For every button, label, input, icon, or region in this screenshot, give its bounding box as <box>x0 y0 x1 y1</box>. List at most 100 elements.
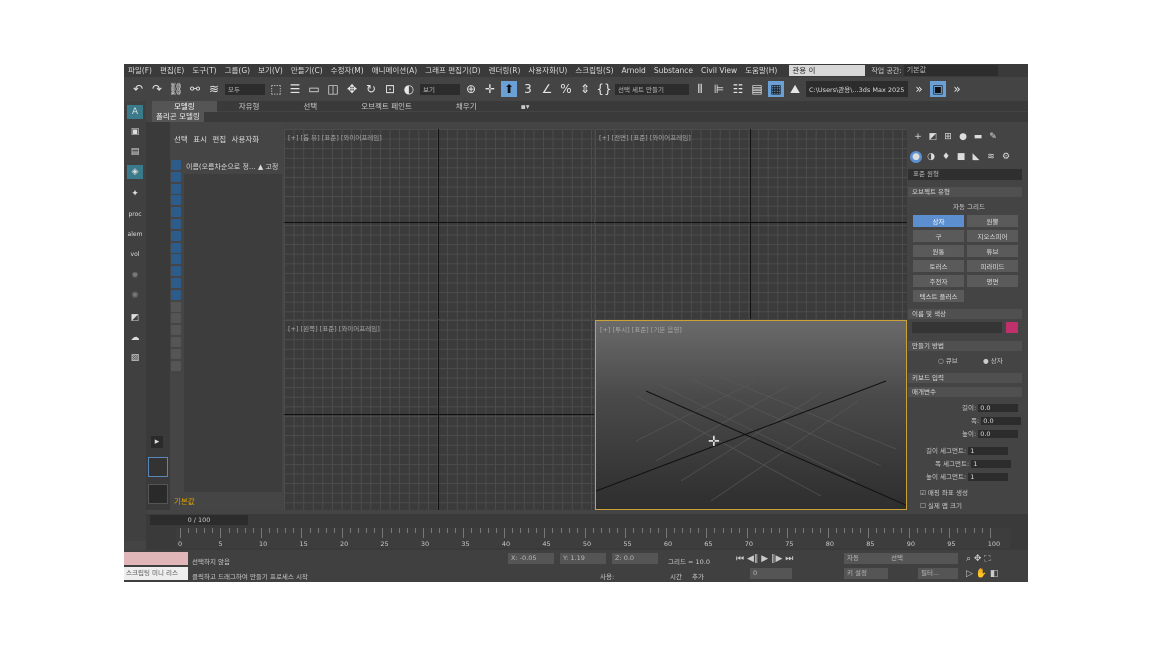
percent-snap-icon[interactable]: % <box>558 81 574 97</box>
menu-graph-editors[interactable]: 그래프 편집기(D) <box>421 65 484 76</box>
unlink-icon[interactable]: ⚯ <box>187 81 203 97</box>
viewport-left[interactable]: [+] [왼쪽] [표준] [와이어프레임] <box>284 320 594 510</box>
pyramid-button[interactable]: 피라미드 <box>967 260 1018 272</box>
polygon-modeling-tab[interactable]: 폴리곤 모델링 <box>152 112 204 122</box>
scale-icon[interactable]: ⊡ <box>382 81 398 97</box>
zoom-icon[interactable]: ⌕ ✥ ⛶ <box>966 554 991 564</box>
set-key-button[interactable]: 키 설정 <box>844 568 888 579</box>
rotate-icon[interactable]: ↻ <box>363 81 379 97</box>
menu-animation[interactable]: 애니메이션(A) <box>368 65 421 76</box>
width-segs-value[interactable]: 1 <box>971 460 1012 468</box>
manipulate-icon[interactable]: ✛ <box>482 81 498 97</box>
edit-named-selection-icon[interactable]: {} <box>596 81 612 97</box>
sort-column-header[interactable]: 이름(오름차순으로 정... ▲ 고정 <box>186 162 278 172</box>
spacewarp-filter-icon[interactable] <box>171 218 181 229</box>
user-account[interactable]: 관용 이 <box>789 65 866 76</box>
length-segs-value[interactable]: 1 <box>968 447 1009 455</box>
viewport-layout-icon[interactable] <box>148 457 168 477</box>
lights-icon[interactable]: ♦ <box>940 151 952 163</box>
snaps-toggle-icon[interactable]: 3 <box>520 81 536 97</box>
shapes-icon[interactable]: ◑ <box>925 151 937 163</box>
container-filter-icon[interactable] <box>171 266 181 277</box>
bone-filter-icon[interactable] <box>171 254 181 265</box>
creation-method-rollout[interactable]: 만들기 방법 <box>908 341 1022 351</box>
tab-freeform[interactable]: 자유형 <box>217 101 282 112</box>
name-color-rollout[interactable]: 이름 및 색상 <box>908 309 1022 319</box>
menu-group[interactable]: 그룹(G) <box>221 65 254 76</box>
viewport-layout-single-icon[interactable] <box>148 484 168 504</box>
menu-scripting[interactable]: 스크립팅(S) <box>571 65 617 76</box>
hidden-filter-icon[interactable] <box>171 289 181 300</box>
textplus-button[interactable]: 텍스트 플러스 <box>913 290 964 302</box>
angle-snap-icon[interactable]: ∠ <box>539 81 555 97</box>
hierarchy-icon[interactable]: ⊞ <box>942 131 954 143</box>
tab-modeling[interactable]: 모델링 <box>152 100 217 112</box>
filter-icon[interactable] <box>171 336 181 347</box>
width-value[interactable]: 0.0 <box>981 417 1022 425</box>
method-box-radio[interactable]: ● 상자 <box>983 355 1003 365</box>
display-none-icon[interactable] <box>171 313 181 324</box>
height-value[interactable]: 0.0 <box>978 430 1019 438</box>
length-value[interactable]: 0.0 <box>978 404 1019 412</box>
image-icon[interactable]: ▨ <box>127 351 143 365</box>
time-slider[interactable]: 0 / 100 <box>150 515 248 525</box>
group-filter-icon[interactable] <box>171 230 181 241</box>
current-frame-field[interactable]: 0 <box>750 568 792 579</box>
ribbon-options-icon[interactable]: ▪▾ <box>499 102 552 111</box>
folder-icon[interactable] <box>171 360 181 371</box>
z-coordinate[interactable]: Z: 0.0 <box>612 553 658 564</box>
cone-button[interactable]: 원뿔 <box>967 215 1018 227</box>
systems-icon[interactable]: ⚙ <box>1000 151 1012 163</box>
gen-mapping-checkbox[interactable]: ☑ 매핑 좌표 생성 <box>920 487 968 497</box>
length-segs-field[interactable]: 길이 세그먼트: 1 <box>926 445 1009 455</box>
height-segs-value[interactable]: 1 <box>968 473 1009 481</box>
expand-icon[interactable]: » <box>911 81 927 97</box>
create-icon[interactable]: + <box>912 131 924 143</box>
keyboard-entry-rollout[interactable]: 키보드 입력 <box>908 373 1022 383</box>
width-field[interactable]: 폭: 0.0 <box>971 415 1022 425</box>
light-icon[interactable]: ✦ <box>127 187 143 201</box>
curve-editor-icon[interactable]: ⛰ <box>787 81 803 97</box>
material-icon[interactable]: ▤ <box>127 145 143 159</box>
key-filters-button[interactable]: 필터... <box>918 568 958 579</box>
align-icon[interactable]: ⊫ <box>711 81 727 97</box>
helpers-icon[interactable]: ◣ <box>970 151 982 163</box>
redo-icon[interactable]: ↷ <box>149 81 165 97</box>
pivot-icon[interactable]: ⊕ <box>463 81 479 97</box>
torus-button[interactable]: 토러스 <box>913 260 964 272</box>
menu-arnold[interactable]: Arnold <box>618 66 650 75</box>
viewport-perspective[interactable]: [+] [투시] [표준] [기본 음영] ✛ <box>595 320 907 510</box>
scene-explorer-icon[interactable]: ☷ <box>730 81 746 97</box>
playback-controls[interactable]: ⏮ ◀‖ ▶ ‖▶ ⏭ <box>736 554 793 564</box>
scene-list-pane[interactable] <box>184 174 282 492</box>
layer-explorer-icon[interactable]: ▤ <box>749 81 765 97</box>
maxscript-listener[interactable] <box>124 552 188 565</box>
scene-icon[interactable]: ◈ <box>127 165 143 179</box>
select-children-icon[interactable] <box>171 348 181 359</box>
named-selection-dropdown[interactable]: 선택 세트 만들기 <box>615 83 689 95</box>
modify-icon[interactable]: ◩ <box>927 131 939 143</box>
cameras-icon[interactable]: ■ <box>955 151 967 163</box>
toggle-ribbon-icon[interactable]: ▦ <box>768 81 784 97</box>
shader-icon[interactable]: ✺ <box>127 289 143 303</box>
plane-button[interactable]: 평면 <box>967 275 1018 287</box>
helper-filter-icon[interactable] <box>171 207 181 218</box>
space-warps-icon[interactable]: ≋ <box>985 151 997 163</box>
operator-icon[interactable]: ✹ <box>127 269 143 283</box>
cylinder-button[interactable]: 원통 <box>913 245 964 257</box>
select-object-icon[interactable]: ⬚ <box>268 81 284 97</box>
menu-civil-view[interactable]: Civil View <box>697 66 741 75</box>
selection-filter-dropdown[interactable]: 모두 <box>225 83 265 95</box>
tab-populate[interactable]: 채우기 <box>434 101 499 112</box>
lights-manager-icon[interactable]: ☁ <box>127 331 143 345</box>
menu-edit[interactable]: 편집(E) <box>156 65 188 76</box>
viewport-top-label[interactable]: [+] [톱 뷰] [표준] [와이어프레임] <box>288 132 382 142</box>
tab-selection[interactable]: 선택 <box>281 101 339 112</box>
menu-file[interactable]: 파일(F) <box>124 65 156 76</box>
placement-icon[interactable]: ◐ <box>401 81 417 97</box>
rectangular-selection-icon[interactable]: ▭ <box>306 81 322 97</box>
frozen-filter-icon[interactable] <box>171 277 181 288</box>
height-field[interactable]: 높이: 0.0 <box>962 428 1019 438</box>
viewport-left-label[interactable]: [+] [왼쪽] [표준] [와이어프레임] <box>288 323 380 333</box>
geosphere-button[interactable]: 지오스피어 <box>967 230 1018 242</box>
